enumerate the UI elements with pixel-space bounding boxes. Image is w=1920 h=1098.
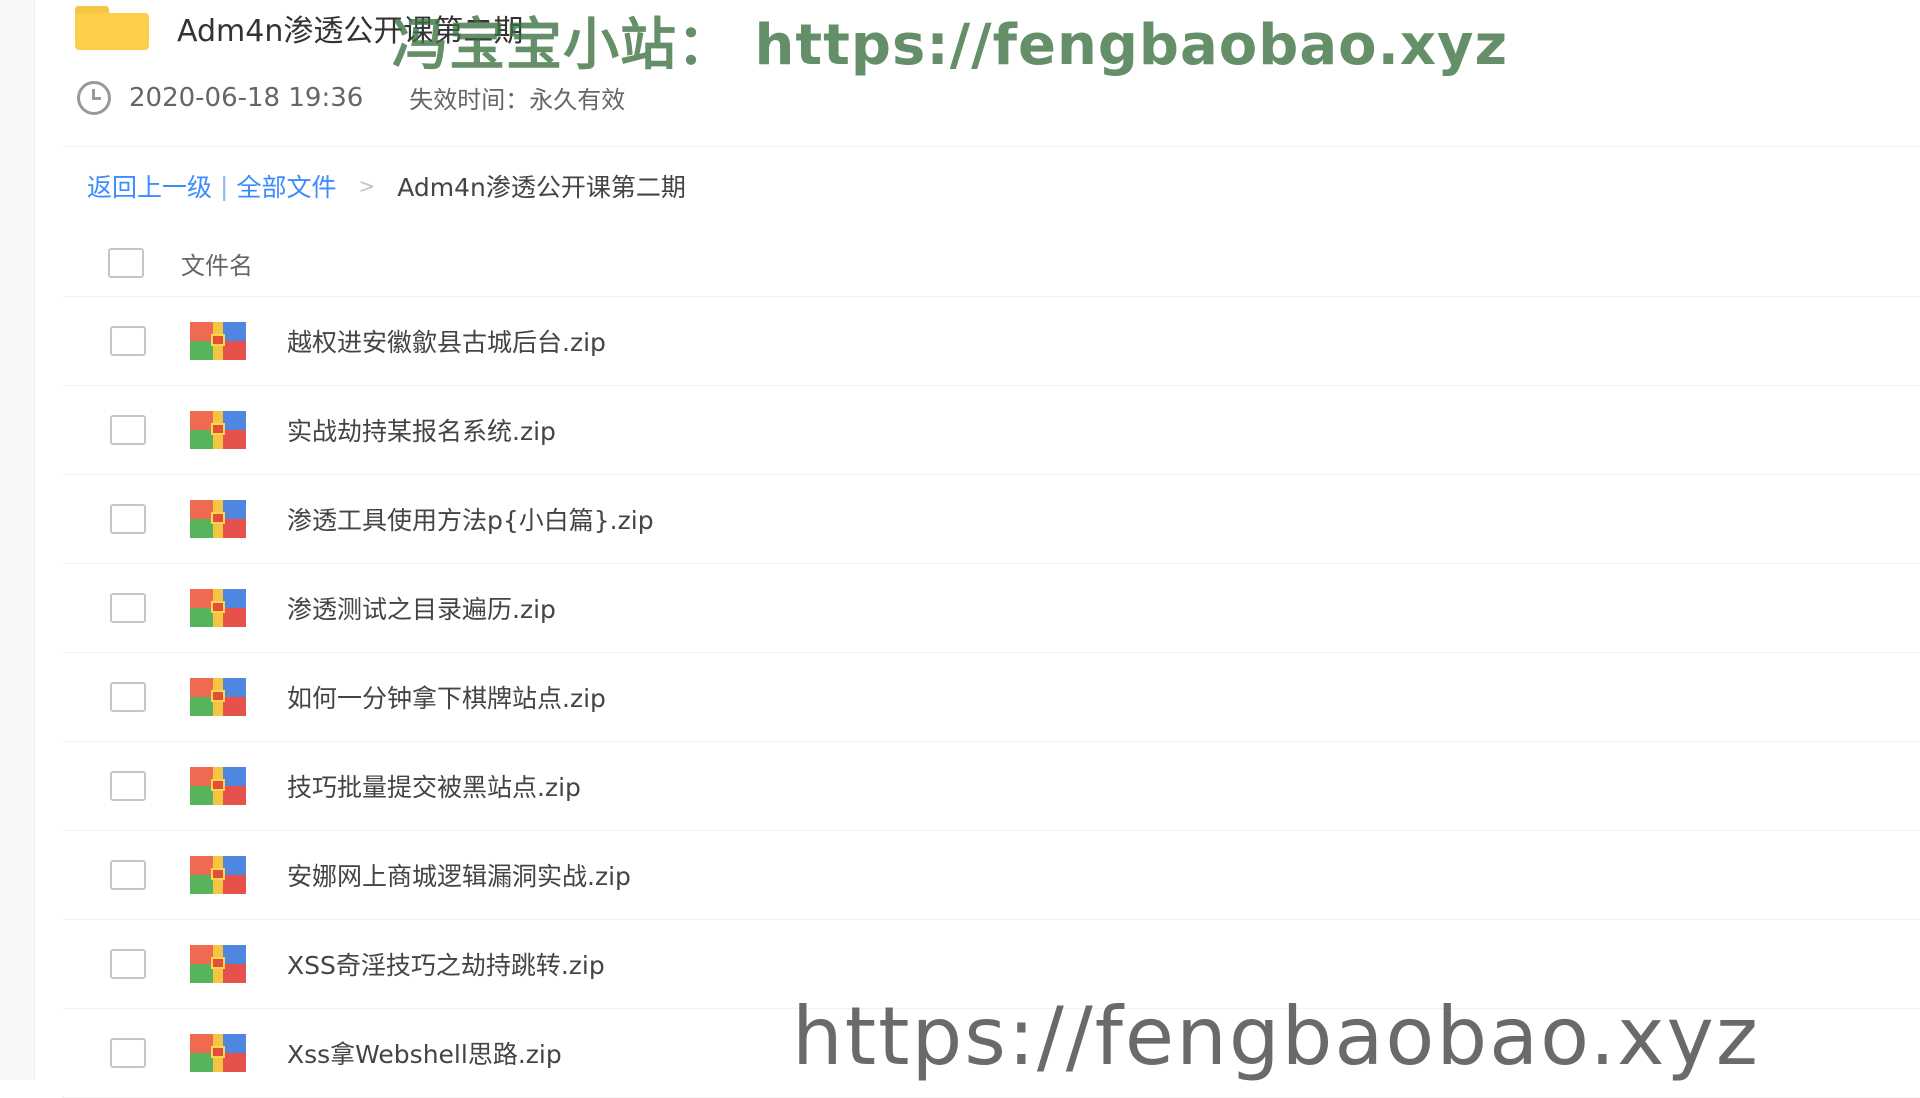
share-date: 2020-06-18 19:36 — [129, 82, 364, 113]
share-meta: 2020-06-18 19:36 失效时间：永久有效 — [77, 80, 625, 115]
file-name[interactable]: 渗透工具使用方法p{小白篇}.zip — [287, 501, 654, 537]
table-row[interactable]: 安娜网上商城逻辑漏洞实战.zip — [62, 831, 1920, 920]
row-checkbox[interactable] — [110, 949, 146, 979]
folder-icon — [75, 6, 149, 50]
expire-time: 失效时间：永久有效 — [409, 86, 626, 114]
file-table: 文件名 越权进安徽歙县古城后台.zip 实战劫持某报名系统.zip 渗透工具使用… — [62, 230, 1920, 1098]
back-link[interactable]: 返回上一级 — [87, 168, 212, 204]
zip-archive-icon — [190, 500, 246, 538]
breadcrumb-current: Adm4n渗透公开课第二期 — [397, 173, 686, 202]
zip-archive-icon — [190, 589, 246, 627]
zip-archive-icon — [190, 945, 246, 983]
share-page: Adm4n渗透公开课第二期 冯宝宝小站： https://fengbaobao.… — [62, 0, 1920, 1098]
row-checkbox[interactable] — [110, 682, 146, 712]
file-name[interactable]: 如何一分钟拿下棋牌站点.zip — [287, 679, 606, 715]
file-name[interactable]: Xss拿Webshell思路.zip — [287, 1035, 562, 1071]
row-checkbox[interactable] — [110, 1038, 146, 1068]
row-checkbox[interactable] — [110, 593, 146, 623]
table-row[interactable]: 渗透测试之目录遍历.zip — [62, 564, 1920, 653]
zip-archive-icon — [190, 411, 246, 449]
left-sidebar-edge — [0, 0, 35, 1080]
breadcrumb-separator: | — [220, 171, 229, 201]
file-name[interactable]: 技巧批量提交被黑站点.zip — [287, 768, 581, 804]
select-all-checkbox[interactable] — [108, 248, 144, 278]
file-name[interactable]: 实战劫持某报名系统.zip — [287, 412, 556, 448]
table-header: 文件名 — [62, 230, 1920, 297]
file-name[interactable]: 越权进安徽歙县古城后台.zip — [287, 323, 606, 359]
file-name[interactable]: XSS奇淫技巧之劫持跳转.zip — [287, 946, 605, 982]
watermark-top: 冯宝宝小站： https://fengbaobao.xyz — [392, 13, 1509, 78]
clock-icon — [77, 80, 111, 115]
row-checkbox[interactable] — [110, 326, 146, 356]
row-checkbox[interactable] — [110, 415, 146, 445]
table-row[interactable]: 实战劫持某报名系统.zip — [62, 386, 1920, 475]
all-files-link[interactable]: 全部文件 — [236, 168, 336, 204]
table-row[interactable]: 如何一分钟拿下棋牌站点.zip — [62, 653, 1920, 742]
row-checkbox[interactable] — [110, 771, 146, 801]
header-divider — [62, 146, 1920, 147]
zip-archive-icon — [190, 322, 246, 360]
file-name[interactable]: 渗透测试之目录遍历.zip — [287, 590, 556, 626]
table-row[interactable]: 渗透工具使用方法p{小白篇}.zip — [62, 475, 1920, 564]
zip-archive-icon — [190, 767, 246, 805]
table-row[interactable]: 越权进安徽歙县古城后台.zip — [62, 297, 1920, 386]
breadcrumb: 返回上一级 | 全部文件 > Adm4n渗透公开课第二期 — [87, 168, 686, 204]
row-checkbox[interactable] — [110, 504, 146, 534]
row-checkbox[interactable] — [110, 860, 146, 890]
table-row[interactable]: 技巧批量提交被黑站点.zip — [62, 742, 1920, 831]
zip-archive-icon — [190, 856, 246, 894]
column-header-filename[interactable]: 文件名 — [181, 246, 253, 281]
breadcrumb-arrow: > — [358, 174, 376, 198]
zip-archive-icon — [190, 678, 246, 716]
watermark-bottom: https://fengbaobao.xyz — [792, 990, 1760, 1083]
file-name[interactable]: 安娜网上商城逻辑漏洞实战.zip — [287, 857, 631, 893]
zip-archive-icon — [190, 1034, 246, 1072]
